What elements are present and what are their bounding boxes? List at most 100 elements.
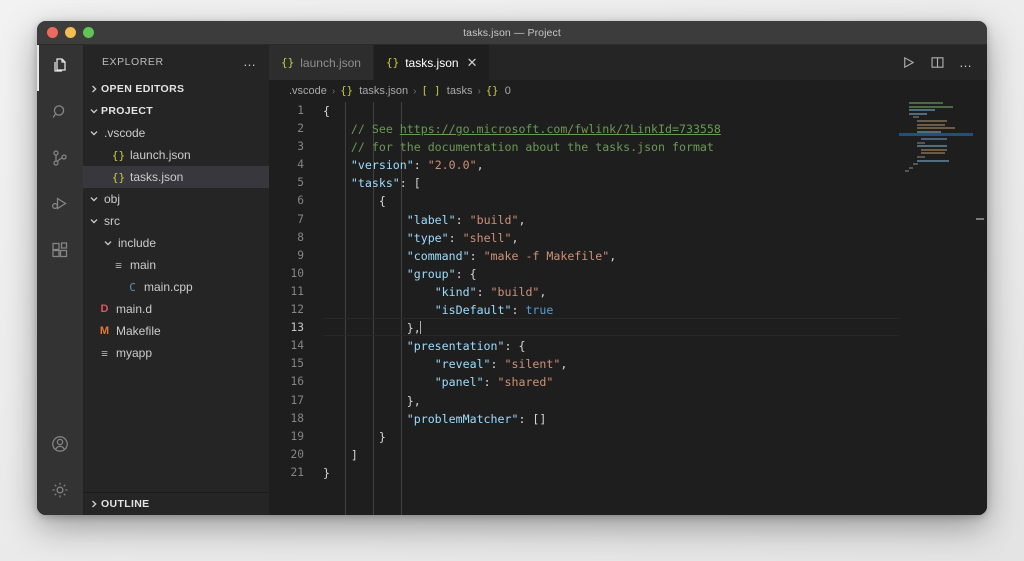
code-token: "label"	[406, 212, 456, 227]
activity-item-settings[interactable]	[37, 469, 83, 515]
tree-item-main[interactable]: ≡ main	[83, 254, 269, 276]
code-line[interactable]: 9 "command": "make -f Makefile",	[269, 247, 987, 265]
run-debug-icon	[50, 194, 70, 219]
window-title: tasks.json — Project	[463, 26, 561, 39]
activity-item-extensions[interactable]	[37, 229, 83, 275]
editor-scrollbar[interactable]	[973, 102, 987, 515]
source-control-icon	[50, 148, 70, 173]
code-line-text: "version": "2.0.0",	[323, 156, 987, 174]
line-number: 7	[297, 212, 304, 226]
window-title-bar: tasks.json — Project	[37, 21, 987, 45]
activity-item-source-control[interactable]	[37, 137, 83, 183]
section-label: PROJECT	[101, 105, 154, 117]
tree-item-vscode[interactable]: .vscode	[83, 122, 269, 144]
code-line[interactable]: 6 {	[269, 192, 987, 210]
minimap-line	[909, 102, 943, 104]
sidebar-more-actions-button[interactable]: …	[243, 54, 263, 69]
code-line-text: "tasks": [	[323, 174, 987, 192]
tab-launch-json[interactable]: {} launch.json	[269, 45, 374, 80]
code-token: "shared"	[497, 375, 554, 390]
zoom-window-button[interactable]	[83, 27, 94, 38]
minimize-window-button[interactable]	[65, 27, 76, 38]
minimap-line	[917, 159, 949, 162]
breadcrumb-item-tasks[interactable]: [ ] tasks	[422, 85, 473, 97]
tab-label: launch.json	[300, 55, 361, 70]
code-token: : {	[455, 266, 477, 281]
tab-tasks-json[interactable]: {} tasks.json ✕	[373, 45, 491, 80]
minimap-selection-highlight	[899, 133, 973, 136]
code-line[interactable]: 3 // for the documentation about the tas…	[269, 138, 987, 156]
code-token: // See	[323, 122, 400, 137]
close-window-button[interactable]	[47, 27, 58, 38]
activity-item-account[interactable]	[37, 423, 83, 469]
tree-item-label: main.d	[116, 302, 153, 316]
code-line[interactable]: 14 "presentation": {	[269, 337, 987, 355]
tree-item-myapp[interactable]: ≡ myapp	[83, 342, 269, 364]
code-token: : {	[504, 339, 526, 354]
tree-item-launch-json[interactable]: {} launch.json	[83, 144, 269, 166]
code-line[interactable]: 13 },	[269, 318, 987, 337]
breadcrumb-item-vscode[interactable]: .vscode	[289, 85, 327, 97]
code-line[interactable]: 2 // See https://go.microsoft.com/fwlink…	[269, 120, 987, 138]
line-number: 18	[290, 411, 304, 425]
code-line[interactable]: 5 "tasks": [	[269, 174, 987, 192]
sidebar-section-project[interactable]: PROJECT	[83, 100, 269, 122]
tree-item-main-cpp[interactable]: Cmain.cpp	[83, 276, 269, 298]
breadcrumb-item-0[interactable]: {} 0	[486, 85, 511, 97]
minimap[interactable]	[899, 102, 973, 515]
activity-item-run-and-debug[interactable]	[37, 183, 83, 229]
code-token: "2.0.0"	[427, 158, 477, 173]
code-line[interactable]: 12 "isDefault": true	[269, 301, 987, 319]
run-button[interactable]	[901, 55, 916, 70]
minimap-line	[917, 123, 945, 126]
minimap-line	[913, 163, 918, 166]
code-line[interactable]: 17 },	[269, 392, 987, 410]
minimap-line	[921, 137, 947, 140]
tree-item-src[interactable]: src	[83, 210, 269, 232]
code-line[interactable]: 10 "group": {	[269, 265, 987, 283]
more-actions-button[interactable]: …	[959, 55, 973, 70]
sidebar-section-outline[interactable]: OUTLINE	[83, 493, 269, 515]
code-line[interactable]: 20 ]	[269, 446, 987, 464]
binary-file-icon: ≡	[115, 258, 122, 272]
code-line[interactable]: 4 "version": "2.0.0",	[269, 156, 987, 174]
code-token: ]	[323, 447, 358, 462]
code-line[interactable]: 19 }	[269, 428, 987, 446]
split-editor-button[interactable]	[930, 55, 945, 70]
account-icon	[50, 434, 70, 459]
activity-item-explorer[interactable]	[37, 45, 83, 91]
code-line[interactable]: 16 "panel": "shared"	[269, 373, 987, 391]
tree-item-label: myapp	[116, 346, 153, 360]
code-line[interactable]: 8 "type": "shell",	[269, 229, 987, 247]
code-line[interactable]: 21}	[269, 464, 987, 482]
breadcrumb-item-tasks-json[interactable]: {} tasks.json	[340, 85, 408, 97]
code-line[interactable]: 15 "reveal": "silent",	[269, 355, 987, 373]
sidebar-footer: OUTLINE	[83, 492, 269, 515]
code-line[interactable]: 7 "label": "build",	[269, 211, 987, 229]
tree-item-main-d[interactable]: Dmain.d	[83, 298, 269, 320]
tree-item-makefile[interactable]: M Makefile	[83, 320, 269, 342]
code-token: {	[323, 194, 386, 209]
line-number: 15	[290, 357, 304, 371]
close-icon[interactable]: ✕	[467, 55, 478, 71]
code-token: "kind"	[434, 284, 477, 299]
code-token: "reveal"	[434, 357, 491, 372]
code-line[interactable]: 18 "problemMatcher": []	[269, 410, 987, 428]
code-token: : [	[399, 176, 421, 191]
object-symbol-icon: {}	[485, 85, 505, 97]
tree-item-obj[interactable]: obj	[83, 188, 269, 210]
code-viewport[interactable]: 1{2 // See https://go.microsoft.com/fwli…	[269, 102, 987, 515]
tree-item-label: include	[118, 236, 157, 250]
tree-item-tasks-json[interactable]: {} tasks.json	[83, 166, 269, 188]
activity-item-search[interactable]	[37, 91, 83, 137]
code-line[interactable]: 11 "kind": "build",	[269, 283, 987, 301]
minimap-line	[921, 152, 945, 155]
sidebar-section-open-editors[interactable]: OPEN EDITORS	[83, 78, 269, 100]
code-line[interactable]: 1{	[269, 102, 987, 120]
tree-item-include[interactable]: include	[83, 232, 269, 254]
code-content[interactable]: 1{2 // See https://go.microsoft.com/fwli…	[269, 102, 987, 515]
code-line-text: },	[323, 318, 987, 337]
code-token: https://go.microsoft.com/fwlink/?LinkId=…	[399, 122, 721, 137]
